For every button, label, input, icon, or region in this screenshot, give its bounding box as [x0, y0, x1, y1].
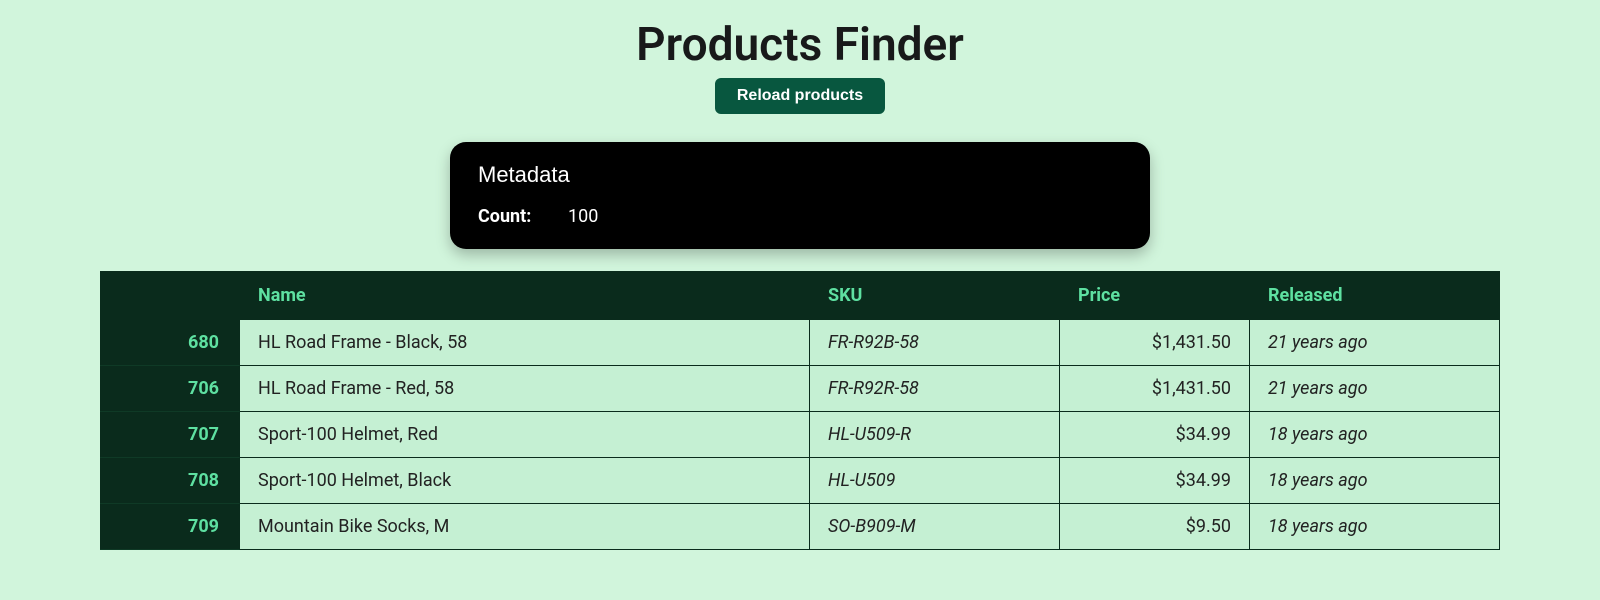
- table-row[interactable]: 707Sport-100 Helmet, RedHL-U509-R$34.991…: [100, 412, 1500, 458]
- products-table: Name SKU Price Released 680HL Road Frame…: [100, 271, 1500, 550]
- cell-price: $34.99: [1060, 412, 1250, 458]
- col-header-released[interactable]: Released: [1250, 271, 1500, 320]
- col-header-price[interactable]: Price: [1060, 271, 1250, 320]
- cell-id: 680: [100, 320, 240, 366]
- cell-released: 18 years ago: [1250, 504, 1500, 550]
- products-tbody: 680HL Road Frame - Black, 58FR-R92B-58$1…: [100, 320, 1500, 550]
- metadata-count-value: 100: [568, 206, 598, 227]
- reload-products-button[interactable]: Reload products: [715, 78, 885, 114]
- cell-name: Mountain Bike Socks, M: [240, 504, 810, 550]
- cell-price: $1,431.50: [1060, 366, 1250, 412]
- table-row[interactable]: 708Sport-100 Helmet, BlackHL-U509$34.991…: [100, 458, 1500, 504]
- cell-price: $34.99: [1060, 458, 1250, 504]
- metadata-heading: Metadata: [478, 162, 1122, 188]
- cell-price: $1,431.50: [1060, 320, 1250, 366]
- cell-price: $9.50: [1060, 504, 1250, 550]
- cell-id: 708: [100, 458, 240, 504]
- table-header-row: Name SKU Price Released: [100, 271, 1500, 320]
- col-header-id[interactable]: [100, 271, 240, 320]
- page-title: Products Finder: [0, 18, 1600, 72]
- cell-released: 21 years ago: [1250, 366, 1500, 412]
- cell-sku: SO-B909-M: [810, 504, 1060, 550]
- cell-name: HL Road Frame - Red, 58: [240, 366, 810, 412]
- cell-sku: HL-U509: [810, 458, 1060, 504]
- cell-released: 18 years ago: [1250, 412, 1500, 458]
- cell-id: 709: [100, 504, 240, 550]
- table-row[interactable]: 680HL Road Frame - Black, 58FR-R92B-58$1…: [100, 320, 1500, 366]
- cell-sku: FR-R92B-58: [810, 320, 1060, 366]
- cell-released: 21 years ago: [1250, 320, 1500, 366]
- cell-name: Sport-100 Helmet, Black: [240, 458, 810, 504]
- cell-id: 706: [100, 366, 240, 412]
- cell-released: 18 years ago: [1250, 458, 1500, 504]
- metadata-count-label: Count:: [478, 206, 568, 227]
- cell-name: Sport-100 Helmet, Red: [240, 412, 810, 458]
- cell-name: HL Road Frame - Black, 58: [240, 320, 810, 366]
- table-row[interactable]: 706HL Road Frame - Red, 58FR-R92R-58$1,4…: [100, 366, 1500, 412]
- col-header-name[interactable]: Name: [240, 271, 810, 320]
- cell-sku: FR-R92R-58: [810, 366, 1060, 412]
- cell-id: 707: [100, 412, 240, 458]
- table-row[interactable]: 709Mountain Bike Socks, MSO-B909-M$9.501…: [100, 504, 1500, 550]
- col-header-sku[interactable]: SKU: [810, 271, 1060, 320]
- cell-sku: HL-U509-R: [810, 412, 1060, 458]
- metadata-card: Metadata Count: 100: [450, 142, 1150, 249]
